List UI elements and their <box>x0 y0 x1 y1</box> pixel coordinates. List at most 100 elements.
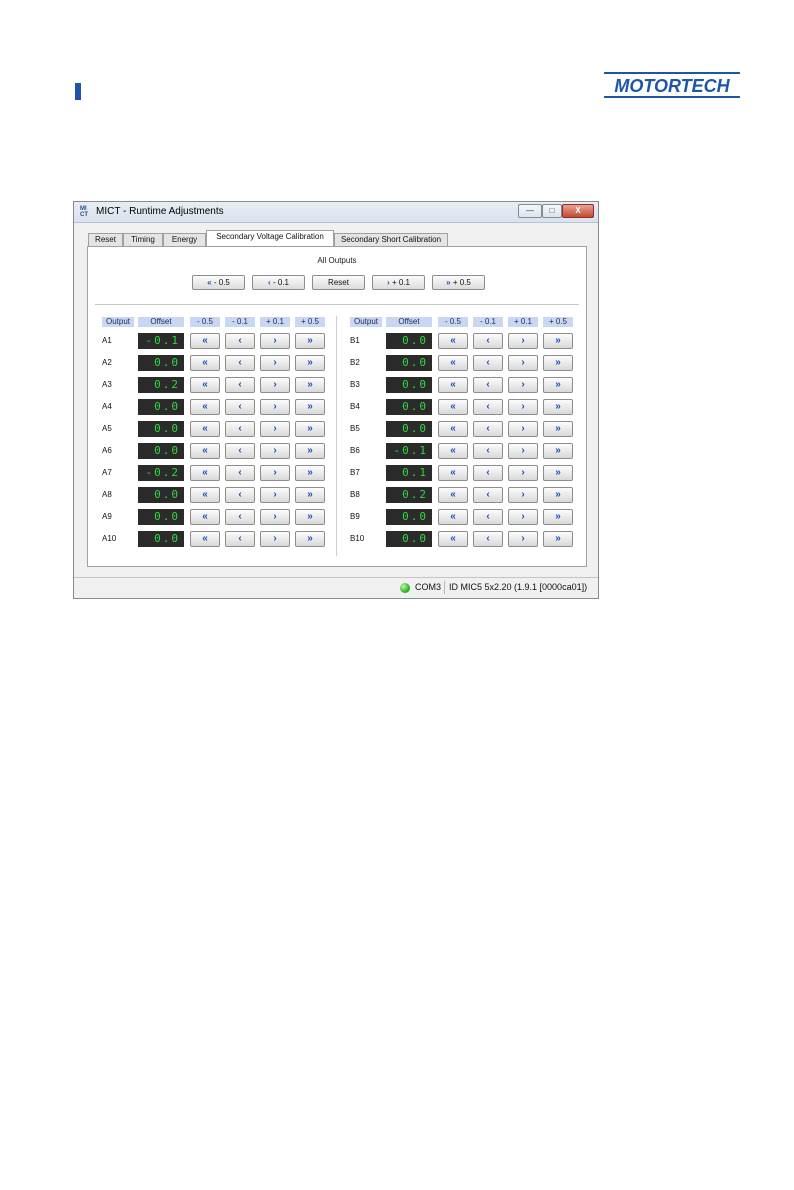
a9-plus-0-1-button[interactable]: › <box>260 509 290 525</box>
a5-plus-0-5-button[interactable]: » <box>295 421 325 437</box>
a3-plus-0-5-button[interactable]: » <box>295 377 325 393</box>
a8-plus-0-1-button[interactable]: › <box>260 487 290 503</box>
b3-plus-0-5-button[interactable]: » <box>543 377 573 393</box>
a2-minus-0-1-button[interactable]: ‹ <box>225 355 255 371</box>
b4-minus-0-1-button[interactable]: ‹ <box>473 399 503 415</box>
b8-plus-0-1-button[interactable]: › <box>508 487 538 503</box>
close-button[interactable]: X <box>562 204 594 218</box>
output-label: B1 <box>350 336 360 345</box>
b1-plus-0-5-button[interactable]: » <box>543 333 573 349</box>
a1-minus-0-1-button[interactable]: ‹ <box>225 333 255 349</box>
a6-minus-0-5-button[interactable]: « <box>190 443 220 459</box>
a1-minus-0-5-button[interactable]: « <box>190 333 220 349</box>
b2-minus-0-5-button[interactable]: « <box>438 355 468 371</box>
a2-plus-0-5-button[interactable]: » <box>295 355 325 371</box>
maximize-button[interactable]: □ <box>542 204 562 218</box>
a5-minus-0-1-button[interactable]: ‹ <box>225 421 255 437</box>
b6-minus-0-5-button[interactable]: « <box>438 443 468 459</box>
a5-minus-0-5-button[interactable]: « <box>190 421 220 437</box>
b3-minus-0-1-button[interactable]: ‹ <box>473 377 503 393</box>
title-bar[interactable]: MI CT MICT - Runtime Adjustments — □ X <box>74 202 598 223</box>
a6-plus-0-1-button[interactable]: › <box>260 443 290 459</box>
a4-plus-0-5-button[interactable]: » <box>295 399 325 415</box>
b4-plus-0-5-button[interactable]: » <box>543 399 573 415</box>
a1-plus-0-5-button[interactable]: » <box>295 333 325 349</box>
tab-reset[interactable]: Reset <box>88 233 123 246</box>
a7-minus-0-5-button[interactable]: « <box>190 465 220 481</box>
b6-minus-0-1-button[interactable]: ‹ <box>473 443 503 459</box>
b1-plus-0-1-button[interactable]: › <box>508 333 538 349</box>
status-bar: COM3 ID MIC5 5x2.20 (1.9.1 [0000ca01]) <box>74 577 598 598</box>
b1-minus-0-5-button[interactable]: « <box>438 333 468 349</box>
a7-plus-0-5-button[interactable]: » <box>295 465 325 481</box>
b5-minus-0-5-button[interactable]: « <box>438 421 468 437</box>
a9-plus-0-5-button[interactable]: » <box>295 509 325 525</box>
b6-plus-0-1-button[interactable]: › <box>508 443 538 459</box>
a8-plus-0-5-button[interactable]: » <box>295 487 325 503</box>
b9-minus-0-1-button[interactable]: ‹ <box>473 509 503 525</box>
b5-plus-0-5-button[interactable]: » <box>543 421 573 437</box>
b10-minus-0-5-button[interactable]: « <box>438 531 468 547</box>
all-minus-0-5-button[interactable]: « - 0.5 <box>192 275 245 290</box>
b10-minus-0-1-button[interactable]: ‹ <box>473 531 503 547</box>
a2-plus-0-1-button[interactable]: › <box>260 355 290 371</box>
a10-minus-0-1-button[interactable]: ‹ <box>225 531 255 547</box>
b5-minus-0-1-button[interactable]: ‹ <box>473 421 503 437</box>
a8-minus-0-5-button[interactable]: « <box>190 487 220 503</box>
a10-plus-0-1-button[interactable]: › <box>260 531 290 547</box>
b1-minus-0-1-button[interactable]: ‹ <box>473 333 503 349</box>
b7-plus-0-1-button[interactable]: › <box>508 465 538 481</box>
a4-minus-0-5-button[interactable]: « <box>190 399 220 415</box>
b7-minus-0-5-button[interactable]: « <box>438 465 468 481</box>
a1-plus-0-1-button[interactable]: › <box>260 333 290 349</box>
b6-plus-0-5-button[interactable]: » <box>543 443 573 459</box>
b9-minus-0-5-button[interactable]: « <box>438 509 468 525</box>
left-header-offset: Offset <box>138 317 184 327</box>
a9-minus-0-1-button[interactable]: ‹ <box>225 509 255 525</box>
b9-plus-0-5-button[interactable]: » <box>543 509 573 525</box>
b4-plus-0-1-button[interactable]: › <box>508 399 538 415</box>
b9-plus-0-1-button[interactable]: › <box>508 509 538 525</box>
b7-minus-0-1-button[interactable]: ‹ <box>473 465 503 481</box>
b4-minus-0-5-button[interactable]: « <box>438 399 468 415</box>
minimize-button[interactable]: — <box>518 204 542 218</box>
b8-minus-0-5-button[interactable]: « <box>438 487 468 503</box>
tab-secondary-voltage-calibration[interactable]: Secondary Voltage Calibration <box>206 230 334 246</box>
tab-energy[interactable]: Energy <box>163 233 206 246</box>
a9-minus-0-5-button[interactable]: « <box>190 509 220 525</box>
b5-plus-0-1-button[interactable]: › <box>508 421 538 437</box>
tab-secondary-short-calibration[interactable]: Secondary Short Calibration <box>334 233 448 246</box>
chevron-right-icon: › <box>273 445 277 456</box>
b3-plus-0-1-button[interactable]: › <box>508 377 538 393</box>
tab-timing[interactable]: Timing <box>123 233 163 246</box>
app-window: MI CT MICT - Runtime Adjustments — □ X R… <box>73 201 599 599</box>
b2-minus-0-1-button[interactable]: ‹ <box>473 355 503 371</box>
b2-plus-0-1-button[interactable]: › <box>508 355 538 371</box>
a3-plus-0-1-button[interactable]: › <box>260 377 290 393</box>
b3-minus-0-5-button[interactable]: « <box>438 377 468 393</box>
a3-minus-0-5-button[interactable]: « <box>190 377 220 393</box>
a8-minus-0-1-button[interactable]: ‹ <box>225 487 255 503</box>
a7-minus-0-1-button[interactable]: ‹ <box>225 465 255 481</box>
a4-minus-0-1-button[interactable]: ‹ <box>225 399 255 415</box>
b7-plus-0-5-button[interactable]: » <box>543 465 573 481</box>
b10-plus-0-5-button[interactable]: » <box>543 531 573 547</box>
b10-plus-0-1-button[interactable]: › <box>508 531 538 547</box>
a6-plus-0-5-button[interactable]: » <box>295 443 325 459</box>
all-plus-0-5-button[interactable]: » + 0.5 <box>432 275 485 290</box>
all-reset-button[interactable]: Reset <box>312 275 365 290</box>
a2-minus-0-5-button[interactable]: « <box>190 355 220 371</box>
b8-plus-0-5-button[interactable]: » <box>543 487 573 503</box>
b2-plus-0-5-button[interactable]: » <box>543 355 573 371</box>
a3-minus-0-1-button[interactable]: ‹ <box>225 377 255 393</box>
a10-plus-0-5-button[interactable]: » <box>295 531 325 547</box>
all-minus-0-5-label: - 0.5 <box>213 278 230 287</box>
a7-plus-0-1-button[interactable]: › <box>260 465 290 481</box>
a6-minus-0-1-button[interactable]: ‹ <box>225 443 255 459</box>
a5-plus-0-1-button[interactable]: › <box>260 421 290 437</box>
b8-minus-0-1-button[interactable]: ‹ <box>473 487 503 503</box>
a4-plus-0-1-button[interactable]: › <box>260 399 290 415</box>
all-plus-0-1-button[interactable]: › + 0.1 <box>372 275 425 290</box>
all-minus-0-1-button[interactable]: ‹ - 0.1 <box>252 275 305 290</box>
a10-minus-0-5-button[interactable]: « <box>190 531 220 547</box>
